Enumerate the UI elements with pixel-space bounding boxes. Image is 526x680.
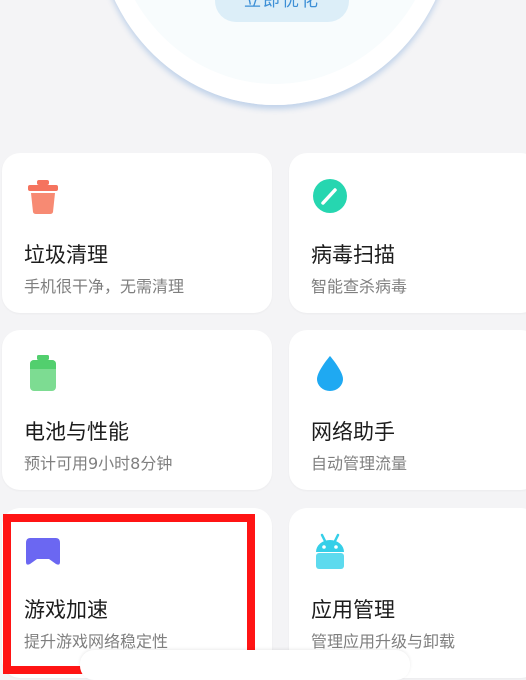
water-drop-icon <box>317 356 343 391</box>
gamepad-icon <box>26 538 60 565</box>
card-subtitle: 手机很干净，无需清理 <box>24 277 185 296</box>
card-title: 网络助手 <box>311 420 395 444</box>
card-subtitle: 预计可用9小时8分钟 <box>24 454 173 473</box>
card-subtitle: 智能查杀病毒 <box>311 277 408 296</box>
card-subtitle: 管理应用升级与卸载 <box>311 632 456 651</box>
card-title: 游戏加速 <box>24 598 108 622</box>
card-title: 电池与性能 <box>24 420 129 444</box>
card-virus-scan[interactable]: 病毒扫描 智能查杀病毒 <box>289 153 526 313</box>
card-subtitle: 提升游戏网络稳定性 <box>24 632 169 651</box>
card-battery-performance[interactable]: 电池与性能 预计可用9小时8分钟 <box>2 330 272 490</box>
bottom-floating-bar[interactable] <box>80 650 410 680</box>
optimize-button[interactable]: 立即优化 <box>215 0 349 22</box>
card-network-assistant[interactable]: 网络助手 自动管理流量 <box>289 330 526 490</box>
android-icon <box>316 533 344 569</box>
card-title: 应用管理 <box>311 598 395 622</box>
card-junk-cleanup[interactable]: 垃圾清理 手机很干净，无需清理 <box>2 153 272 313</box>
card-title: 病毒扫描 <box>311 243 395 267</box>
scan-gauge-icon <box>313 179 347 213</box>
trash-icon <box>28 180 58 214</box>
card-title: 垃圾清理 <box>24 243 108 267</box>
card-subtitle: 自动管理流量 <box>311 454 408 473</box>
battery-icon <box>30 355 56 391</box>
